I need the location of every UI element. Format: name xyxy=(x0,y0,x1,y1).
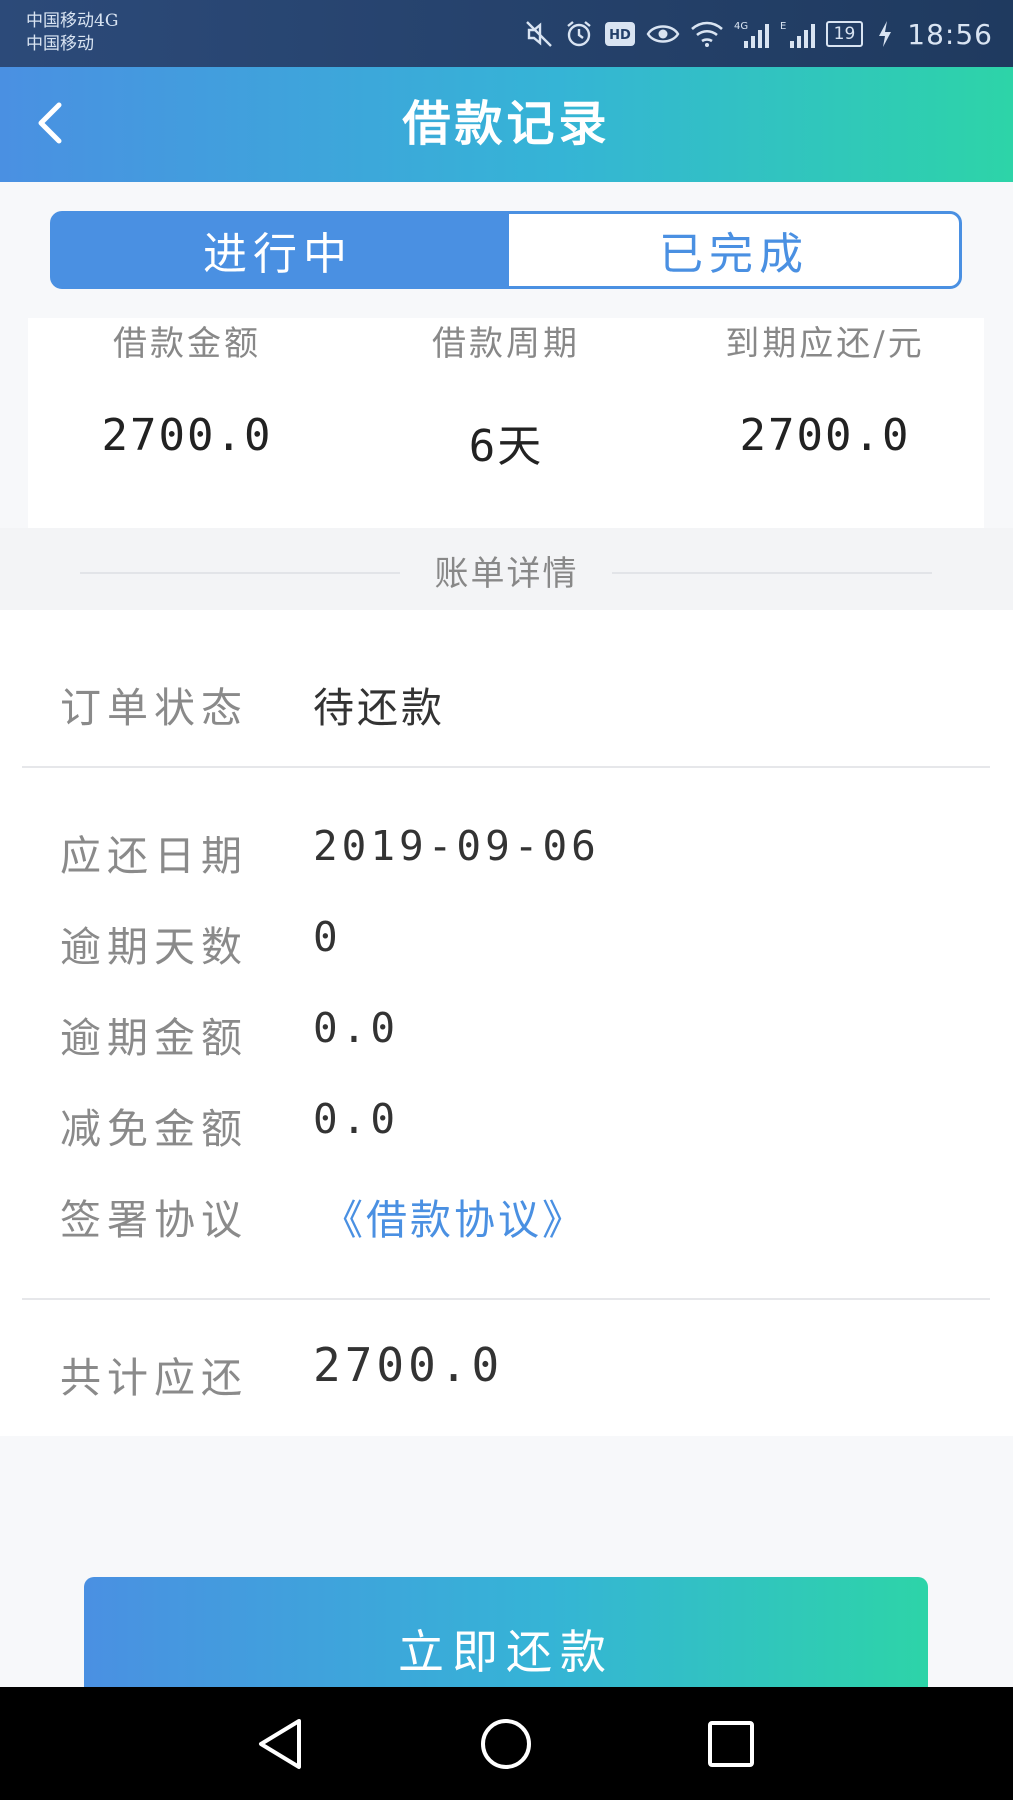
bill-details: 订单状态 待还款 应还日期 2019-09-06 逾期天数 0 逾期金额 0.0… xyxy=(0,610,1013,1436)
summary-amount-label: 借款金额 xyxy=(113,324,261,364)
alarm-icon xyxy=(564,19,594,49)
details-divider-2 xyxy=(22,1298,990,1300)
summary-amount: 借款金额 2700.0 xyxy=(28,318,346,461)
svg-text:4G: 4G xyxy=(734,21,748,32)
clock: 18:56 xyxy=(907,17,993,51)
hd-icon: HD xyxy=(604,19,636,49)
wifi-icon xyxy=(690,19,724,49)
due-date-value: 2019-09-06 xyxy=(313,822,600,870)
order-status-label: 订单状态 xyxy=(60,684,248,732)
status-bar: 中国移动4G 中国移动 HD 4G E 19 18:56 xyxy=(0,0,1013,67)
total-due-value: 2700.0 xyxy=(313,1338,504,1392)
svg-text:HD: HD xyxy=(609,28,631,43)
details-divider-1 xyxy=(22,766,990,768)
order-status-value: 待还款 xyxy=(313,684,445,732)
summary-period-label: 借款周期 xyxy=(432,324,580,364)
carrier-info: 中国移动4G 中国移动 xyxy=(26,10,118,56)
signal-e-icon: E xyxy=(780,19,816,49)
divider-line-right xyxy=(612,572,932,574)
summary-due-label: 到期应还/元 xyxy=(725,324,925,364)
overdue-amount-value: 0.0 xyxy=(313,1004,400,1052)
summary-amount-value: 2700.0 xyxy=(101,410,273,461)
section-title: 账单详情 xyxy=(434,554,579,594)
square-recents-icon xyxy=(708,1721,754,1767)
mute-icon xyxy=(524,19,554,49)
loan-summary-card: 借款金额 2700.0 借款周期 6天 到期应还/元 2700.0 xyxy=(28,318,984,528)
triangle-back-icon xyxy=(259,1719,301,1769)
tab-in-progress[interactable]: 进行中 xyxy=(50,211,506,289)
nav-home-button[interactable] xyxy=(471,1713,541,1775)
svg-text:E: E xyxy=(780,21,786,32)
carrier-line-1: 中国移动4G xyxy=(26,11,119,31)
carrier-line-2: 中国移动 xyxy=(26,34,94,54)
summary-due: 到期应还/元 2700.0 xyxy=(666,318,984,461)
waived-amount-label: 减免金额 xyxy=(60,1105,248,1153)
waived-amount-value: 0.0 xyxy=(313,1095,400,1143)
section-divider: 账单详情 xyxy=(0,528,1013,610)
app-header: 借款记录 xyxy=(0,67,1013,182)
total-due-label: 共计应还 xyxy=(60,1354,248,1402)
summary-due-value: 2700.0 xyxy=(739,410,911,461)
loan-agreement-link[interactable]: 《借款协议》 xyxy=(322,1186,586,1246)
tab-completed[interactable]: 已完成 xyxy=(506,211,962,289)
battery-icon: 19 xyxy=(825,21,864,47)
nav-back-button[interactable] xyxy=(245,1713,315,1775)
tab-bar: 进行中 已完成 xyxy=(50,211,962,289)
due-date-label: 应还日期 xyxy=(60,832,248,880)
nav-recents-button[interactable] xyxy=(696,1713,766,1775)
agreement-label: 签署协议 xyxy=(60,1196,248,1244)
charging-icon xyxy=(873,19,897,49)
overdue-days-label: 逾期天数 xyxy=(60,923,248,971)
summary-period-value: 6天 xyxy=(468,421,544,472)
page-title: 借款记录 xyxy=(402,96,611,152)
overdue-days-value: 0 xyxy=(313,913,342,961)
signal-4g-icon: 4G xyxy=(734,19,770,49)
summary-period: 借款周期 6天 xyxy=(347,318,665,474)
status-icons: HD 4G E 19 18:56 xyxy=(524,15,993,53)
system-nav-bar xyxy=(0,1687,1013,1800)
eye-icon xyxy=(646,19,680,49)
overdue-amount-label: 逾期金额 xyxy=(60,1014,248,1062)
circle-home-icon xyxy=(481,1719,531,1769)
